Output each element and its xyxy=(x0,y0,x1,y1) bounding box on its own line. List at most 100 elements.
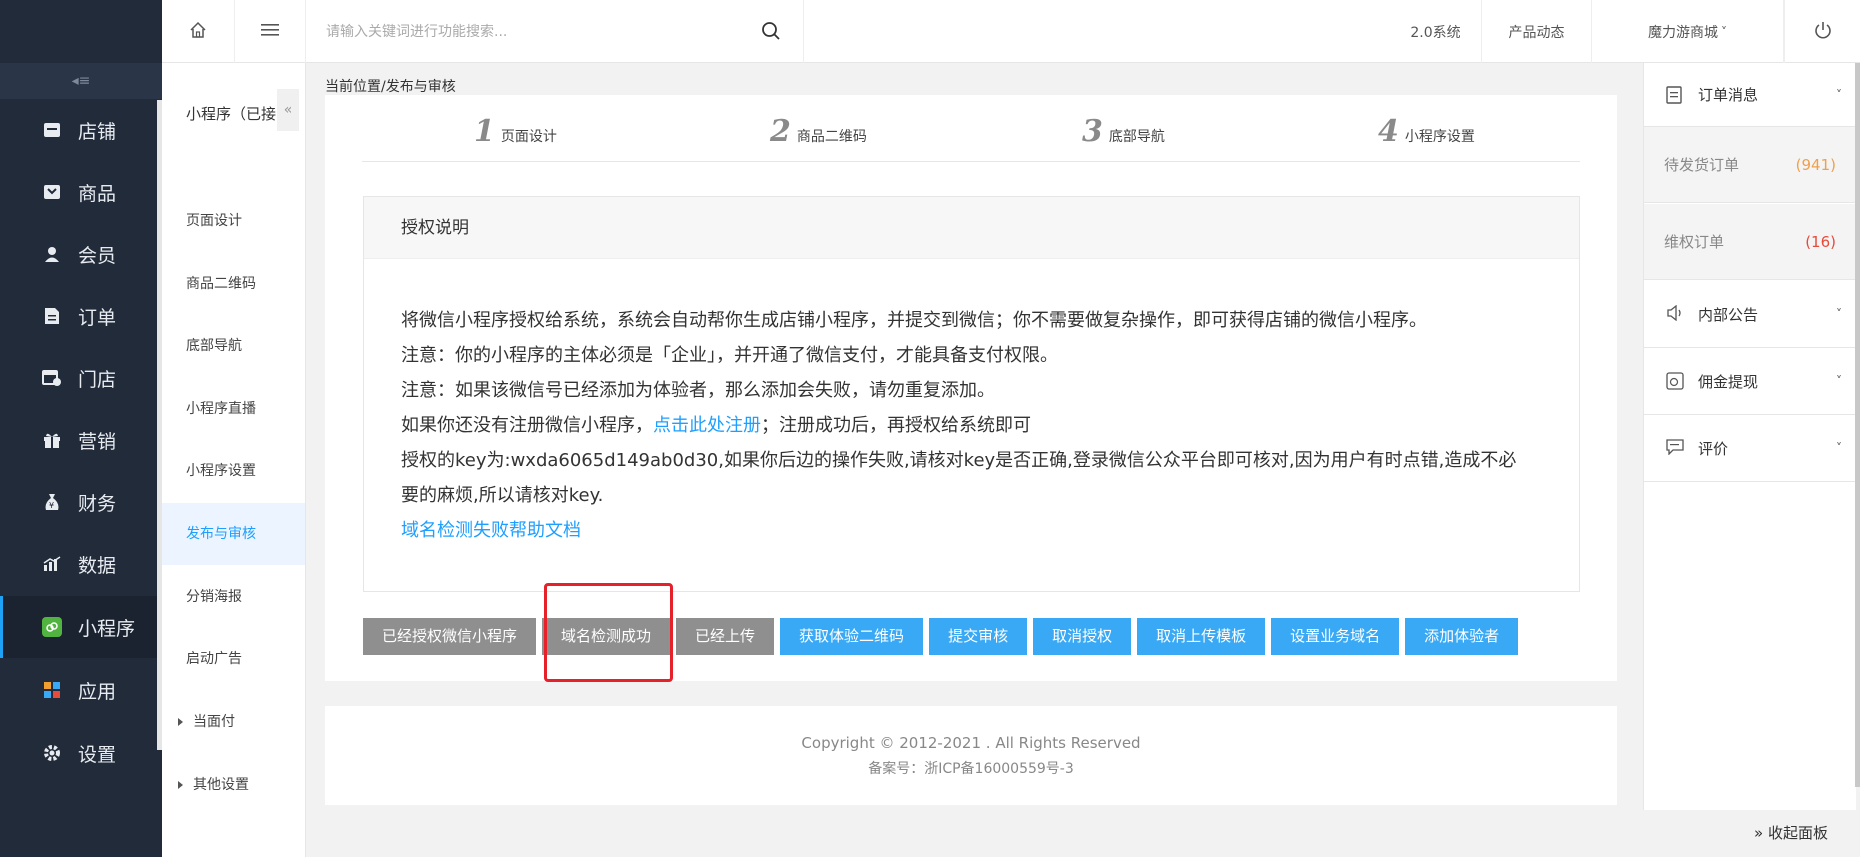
submenu-item-launch-ad[interactable]: 启动广告 xyxy=(162,628,305,690)
sidebar-item-miniprogram[interactable]: 小程序 xyxy=(0,596,157,658)
submenu-fold-button[interactable]: « xyxy=(277,89,299,131)
sidebar-item-label: 商品 xyxy=(78,182,117,205)
sidebar-item-store[interactable]: 门店 xyxy=(0,347,157,409)
submenu-item-face-pay[interactable]: 当面付 xyxy=(162,691,305,753)
submit-review-button[interactable]: 提交审核 xyxy=(929,618,1028,655)
shop-icon xyxy=(42,120,62,140)
cancel-upload-template-button[interactable]: 取消上传模板 xyxy=(1137,618,1266,655)
product-news-link[interactable]: 产品动态 xyxy=(1482,0,1592,63)
submenu-header: 小程序（已接 « xyxy=(162,63,305,163)
review-section[interactable]: 评价 ˅ xyxy=(1644,415,1856,482)
search-icon[interactable] xyxy=(761,21,781,45)
add-tester-button[interactable]: 添加体验者 xyxy=(1405,618,1519,655)
step-2[interactable]: 2 商品二维码 xyxy=(770,114,867,149)
goods-icon xyxy=(42,182,62,202)
step-3[interactable]: 3 底部导航 xyxy=(1082,114,1165,149)
sidebar-item-label: 小程序 xyxy=(78,617,136,640)
sidebar-item-data[interactable]: 数据 xyxy=(0,533,157,595)
logout-button[interactable] xyxy=(1784,0,1860,63)
set-business-domain-button[interactable]: 设置业务域名 xyxy=(1271,618,1400,655)
domain-check-success-button[interactable]: 域名检测成功 xyxy=(542,618,671,655)
right-panel: 订单消息 ˅ 待发货订单 (941) 维权订单 (16) 内部公告 ˅ 佣金提现… xyxy=(1643,63,1856,857)
action-button-row: 已经授权微信小程序 域名检测成功 已经上传 获取体验二维码 提交审核 取消授权 … xyxy=(363,618,1524,655)
chevron-down-icon: ˅ xyxy=(1836,87,1842,102)
caret-right-icon xyxy=(178,781,183,789)
submenu-item-publish-review[interactable]: 发布与审核 xyxy=(162,503,305,565)
icp-text: 备案号：浙ICP备16000559号-3 xyxy=(868,761,1074,777)
sidebar-item-label: 设置 xyxy=(78,743,117,766)
uploaded-button[interactable]: 已经上传 xyxy=(676,618,775,655)
step-number: 3 xyxy=(1082,114,1103,149)
sidebar-item-marketing[interactable]: 营销 xyxy=(0,409,157,471)
shop-switcher-dropdown[interactable]: 魔力游商城 ˅ xyxy=(1592,0,1784,63)
sidebar-item-apps[interactable]: 应用 xyxy=(0,659,157,721)
member-icon xyxy=(42,244,62,264)
auth-panel-body: 将微信小程序授权给系统，系统会自动帮你生成店铺小程序，并提交到微信；你不需要做复… xyxy=(364,259,1579,548)
submenu-title: 小程序（已接 xyxy=(186,105,277,123)
store-icon xyxy=(42,368,62,388)
order-message-section[interactable]: 订单消息 ˅ xyxy=(1644,63,1856,127)
auth-line: 授权的key为:wxda6065d149ab0d30,如果你后边的操作失败,请核… xyxy=(401,450,1517,471)
wallet-icon xyxy=(1666,372,1684,390)
domain-help-link[interactable]: 域名检测失败帮助文档 xyxy=(401,513,1542,548)
sidebar-item-settings[interactable]: 设置 xyxy=(0,722,157,784)
miniprogram-icon xyxy=(42,617,62,637)
authorized-button[interactable]: 已经授权微信小程序 xyxy=(363,618,537,655)
auth-text: 如果你还没有注册微信小程序， xyxy=(401,415,653,436)
submenu-item-page-design[interactable]: 页面设计 xyxy=(162,190,305,252)
sidebar-item-member[interactable]: 会员 xyxy=(0,223,157,285)
shop-name: 魔力游商城 xyxy=(1648,24,1718,41)
sidebar-item-goods[interactable]: 商品 xyxy=(0,161,157,223)
submenu-item-share-poster[interactable]: 分销海报 xyxy=(162,566,305,628)
top-bar: 2.0系统 产品动态 魔力游商城˅ xyxy=(162,0,1860,63)
submenu-item-goods-qrcode[interactable]: 商品二维码 xyxy=(162,253,305,315)
product-news-label: 产品动态 xyxy=(1508,24,1565,41)
cancel-authorization-button[interactable]: 取消授权 xyxy=(1033,618,1132,655)
order-icon xyxy=(42,306,62,326)
count-badge: (941) xyxy=(1795,155,1836,174)
submenu-item-label: 其他设置 xyxy=(193,777,249,793)
sidebar-item-order[interactable]: 订单 xyxy=(0,285,157,347)
comment-icon xyxy=(1666,439,1684,457)
step-label: 商品二维码 xyxy=(796,129,867,145)
speaker-icon xyxy=(1666,305,1684,323)
notice-section[interactable]: 内部公告 ˅ xyxy=(1644,281,1856,348)
section-label: 订单消息 xyxy=(1698,86,1759,104)
money-bag-icon: ¥ xyxy=(42,492,62,512)
caret-right-icon xyxy=(178,718,183,726)
pending-ship-row[interactable]: 待发货订单 (941) xyxy=(1644,127,1856,203)
menu-icon xyxy=(261,23,279,41)
sidebar-item-finance[interactable]: ¥ 财务 xyxy=(0,471,157,533)
version-link[interactable]: 2.0系统 xyxy=(1390,0,1482,63)
sidebar-item-label: 财务 xyxy=(78,492,117,515)
auth-panel: 授权说明 将微信小程序授权给系统，系统会自动帮你生成店铺小程序，并提交到微信；你… xyxy=(363,196,1580,592)
step-number: 4 xyxy=(1378,114,1399,149)
submenu-item-live[interactable]: 小程序直播 xyxy=(162,378,305,440)
submenu-item-miniprogram-settings[interactable]: 小程序设置 xyxy=(162,440,305,502)
auth-panel-title: 授权说明 xyxy=(364,197,1579,259)
submenu-item-other-settings[interactable]: 其他设置 xyxy=(162,754,305,816)
sidebar-item-label: 店铺 xyxy=(78,120,117,143)
collapse-panel-button[interactable]: » 收起面板 xyxy=(1643,810,1856,857)
chevron-down-icon: ˅ xyxy=(1836,441,1842,455)
rights-order-row[interactable]: 维权订单 (16) xyxy=(1644,204,1856,280)
submenu-item-bottom-nav[interactable]: 底部导航 xyxy=(162,315,305,377)
sidebar-item-shop[interactable]: 店铺 xyxy=(0,99,157,161)
commission-section[interactable]: 佣金提现 ˅ xyxy=(1644,348,1856,415)
step-bar: 1 页面设计 2 商品二维码 3 底部导航 4 小程序设置 xyxy=(362,106,1580,162)
sidebar-collapse-button[interactable]: ◂≡ xyxy=(0,63,162,99)
page-scrollbar[interactable] xyxy=(1855,63,1860,787)
chevron-down-icon: ˅ xyxy=(1836,374,1842,388)
section-label: 佣金提现 xyxy=(1698,372,1759,391)
logo-area xyxy=(0,0,162,63)
get-trial-qrcode-button[interactable]: 获取体验二维码 xyxy=(780,618,924,655)
version-label: 2.0系统 xyxy=(1410,24,1461,41)
home-icon xyxy=(189,21,207,43)
menu-toggle-button[interactable] xyxy=(235,0,306,63)
step-4[interactable]: 4 小程序设置 xyxy=(1378,114,1475,149)
chevron-down-icon: ˅ xyxy=(1721,24,1727,39)
step-1[interactable]: 1 页面设计 xyxy=(474,114,557,149)
register-link[interactable]: 点击此处注册 xyxy=(653,415,761,436)
home-button[interactable] xyxy=(162,0,235,63)
search-input[interactable] xyxy=(326,20,746,44)
